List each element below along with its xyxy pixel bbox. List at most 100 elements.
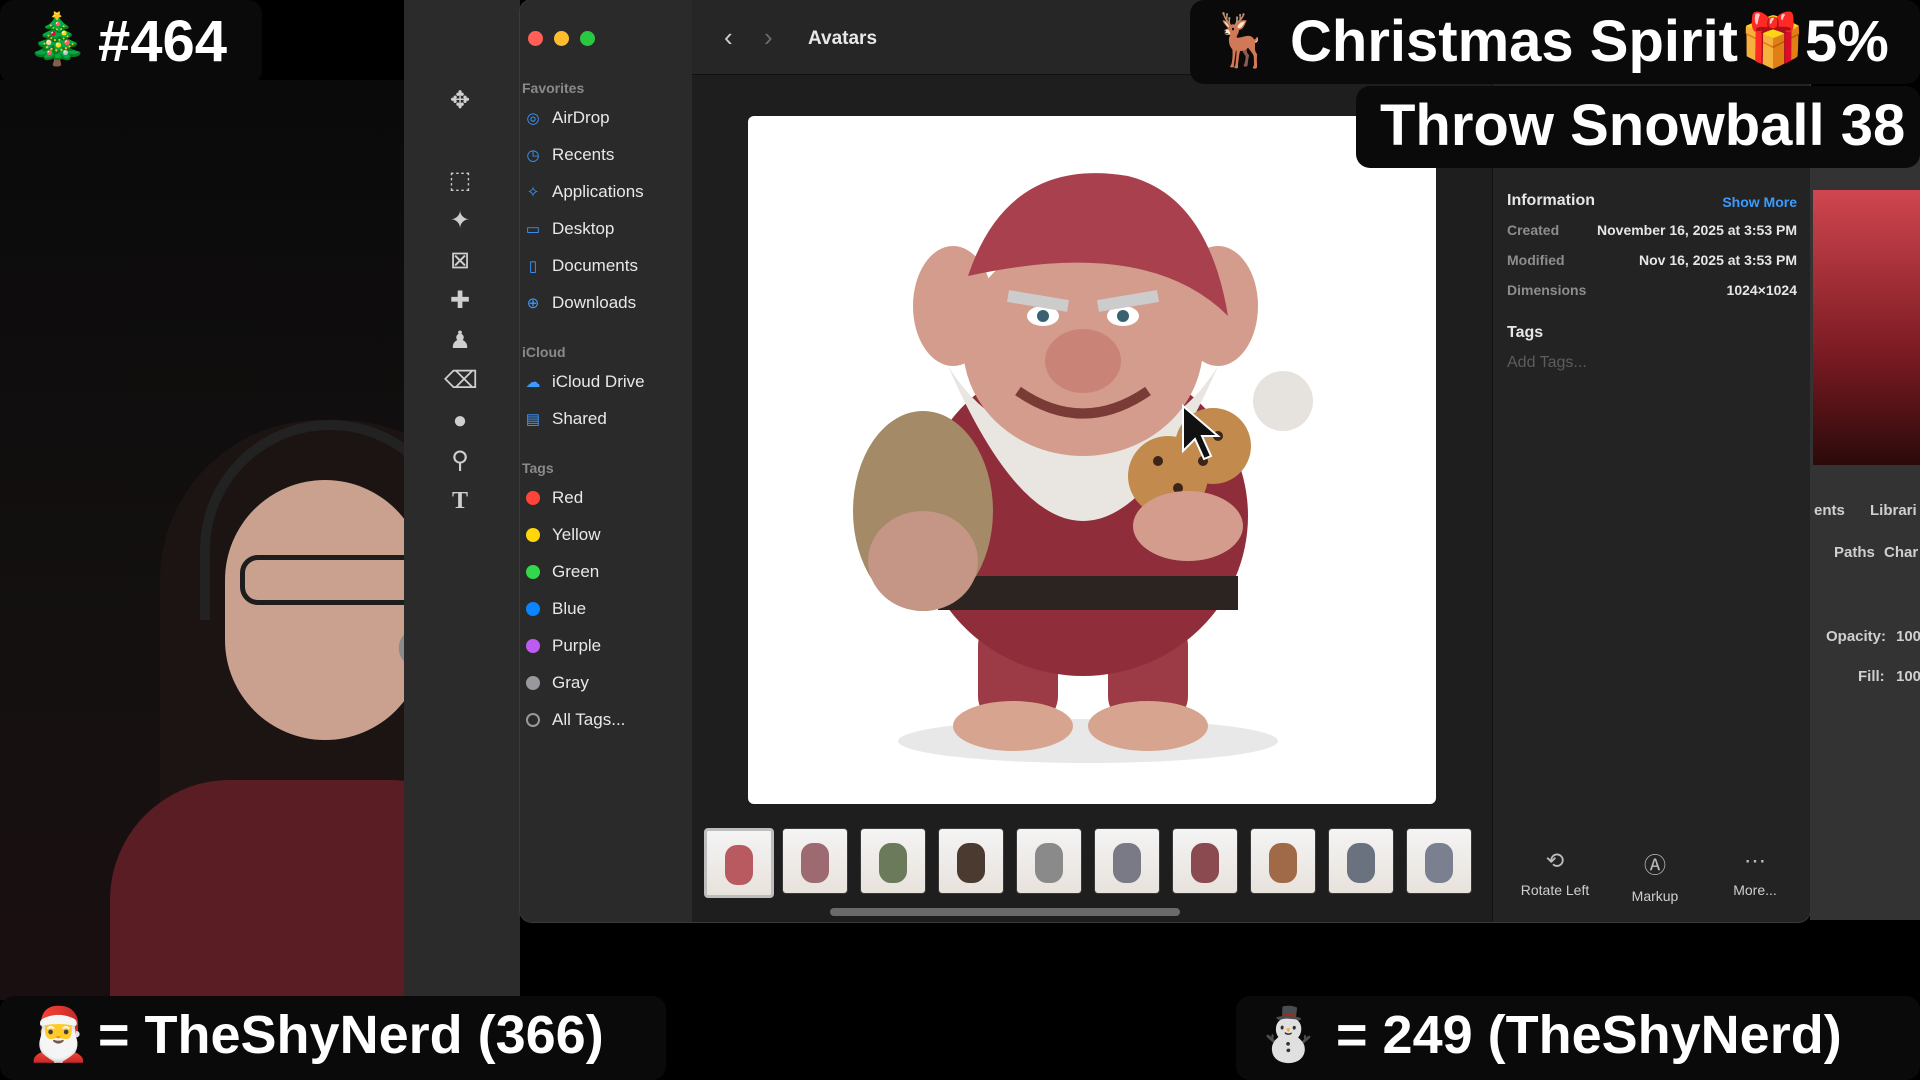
add-tags-field[interactable]: Add Tags... [1507, 354, 1587, 372]
photoshop-panels: ents Librari Paths Char Opacity: 100 Fil… [1810, 150, 1920, 920]
tags-section-heading: Tags [1507, 324, 1544, 341]
stamp-tool-icon[interactable]: ♟ [444, 325, 476, 357]
adjustments-tab[interactable]: ents [1814, 502, 1845, 519]
thumbnail[interactable] [704, 828, 774, 898]
reindeer-icon: 🦌 [1210, 12, 1275, 70]
thumbnail[interactable] [938, 828, 1004, 894]
sidebar-item-label: AirDrop [552, 108, 610, 127]
sidebar-tag-red[interactable]: Red [520, 483, 692, 513]
sidebar-item-label: iCloud Drive [552, 372, 645, 391]
gift-icon: 🎁 [1740, 12, 1805, 70]
magic-wand-icon[interactable]: ✦ [444, 205, 476, 237]
info-value: Nov 16, 2025 at 3:53 PM [1639, 252, 1797, 268]
info-value: November 16, 2025 at 3:53 PM [1597, 222, 1797, 238]
sidebar-item-shared[interactable]: ▤ Shared [520, 404, 692, 434]
sidebar-tag-purple[interactable]: Purple [520, 631, 692, 661]
zoom-tool-icon[interactable]: ⚲ [444, 445, 476, 477]
thumbnail[interactable] [1094, 828, 1160, 894]
sidebar-item-label: Gray [552, 673, 589, 692]
sidebar-item-label: Shared [552, 409, 607, 428]
sidebar-tag-blue[interactable]: Blue [520, 594, 692, 624]
thumbnail[interactable] [1250, 828, 1316, 894]
photoshop-toolbar: ✥ ⬚ ✦ ⊠ ✚ ♟ ⌫ ● ⚲ T [404, 0, 520, 1000]
stream-counter: #464 [98, 9, 228, 74]
thumbnail[interactable] [1172, 828, 1238, 894]
horizontal-scrollbar[interactable] [830, 908, 1180, 916]
red-tag-dot [526, 491, 540, 505]
marquee-tool-icon[interactable]: ⬚ [444, 165, 476, 197]
more-icon: ⋯ [1744, 848, 1766, 873]
sidebar-tag-gray[interactable]: Gray [520, 668, 692, 698]
minimize-window-button[interactable] [554, 31, 569, 46]
blur-drop-icon[interactable]: ● [444, 405, 476, 437]
snowman-leader-text: = 249 (TheShyNerd) [1336, 1005, 1842, 1065]
sidebar-tag-green[interactable]: Green [520, 557, 692, 587]
libraries-tab[interactable]: Librari [1870, 502, 1917, 519]
thumbnail[interactable] [1406, 828, 1472, 894]
sidebar-item-label: Downloads [552, 293, 637, 312]
show-more-link[interactable]: Show More [1722, 194, 1797, 210]
sidebar-item-downloads[interactable]: ⊕ Downloads [520, 288, 692, 318]
info-row-dimensions: Dimensions 1024×1024 [1507, 282, 1797, 298]
frame-tool-icon[interactable]: ⊠ [444, 245, 476, 277]
green-tag-dot [526, 565, 540, 579]
thumbnail-strip [692, 820, 1492, 910]
action-label: More... [1733, 882, 1777, 898]
yellow-tag-dot [526, 528, 540, 542]
rotate-left-icon: ⟲ [1545, 848, 1565, 873]
sidebar-item-icloud-drive[interactable]: ☁ iCloud Drive [520, 367, 692, 397]
fill-value[interactable]: 100 [1896, 668, 1920, 685]
applications-icon: ✧ [526, 184, 540, 201]
rotate-left-button[interactable]: ⟲ Rotate Left [1505, 848, 1605, 898]
opacity-label: Opacity: [1826, 628, 1887, 645]
throw-snowball-label: Throw Snowball 38 [1380, 93, 1906, 158]
gray-tag-dot [526, 676, 540, 690]
santa-leader-text: = TheShyNerd (366) [98, 1005, 604, 1065]
move-tool-icon[interactable]: ✥ [444, 85, 476, 117]
healing-brush-icon[interactable]: ✚ [444, 285, 476, 317]
forward-chevron-icon[interactable]: › [764, 22, 773, 53]
sidebar-item-label: Yellow [552, 525, 601, 544]
info-key: Dimensions [1507, 282, 1587, 298]
sidebar-item-label: Desktop [552, 219, 615, 238]
sidebar-item-applications[interactable]: ✧ Applications [520, 177, 692, 207]
image-preview[interactable] [748, 116, 1436, 804]
action-label: Markup [1631, 888, 1679, 904]
tags-heading: Tags [522, 460, 554, 476]
sidebar-item-label: Purple [552, 636, 602, 655]
paths-tab[interactable]: Paths [1834, 544, 1875, 561]
christmas-spirit-value: 5% [1805, 9, 1889, 74]
document-icon: ▯ [528, 258, 538, 275]
action-label: Rotate Left [1520, 882, 1590, 898]
eraser-icon[interactable]: ⌫ [444, 365, 478, 397]
sidebar-item-label: Applications [552, 182, 644, 201]
blue-tag-dot [526, 602, 540, 616]
back-chevron-icon[interactable]: ‹ [724, 22, 733, 53]
thumbnail[interactable] [860, 828, 926, 894]
all-tags-icon [526, 713, 540, 727]
zoom-window-button[interactable] [580, 31, 595, 46]
sidebar-item-label: Documents [552, 256, 638, 275]
sidebar-item-recents[interactable]: ◷ Recents [520, 140, 692, 170]
type-tool-icon[interactable]: T [444, 485, 476, 517]
close-window-button[interactable] [528, 31, 543, 46]
color-picker-gradient[interactable] [1813, 190, 1920, 465]
sidebar-item-label: Recents [552, 145, 615, 164]
markup-button[interactable]: Ⓐ Markup [1605, 848, 1705, 904]
thumbnail[interactable] [782, 828, 848, 894]
thumbnail[interactable] [1328, 828, 1394, 894]
sidebar-item-label: All Tags... [552, 710, 626, 729]
sidebar-item-airdrop[interactable]: ◎ AirDrop [520, 103, 692, 133]
sidebar-tag-yellow[interactable]: Yellow [520, 520, 692, 550]
thumbnail[interactable] [1016, 828, 1082, 894]
sidebar-item-desktop[interactable]: ▭ Desktop [520, 214, 692, 244]
info-value: 1024×1024 [1726, 282, 1797, 298]
more-button[interactable]: ⋯ More... [1705, 848, 1805, 898]
christmas-tree-icon: 🎄 [26, 11, 89, 67]
opacity-value[interactable]: 100 [1896, 628, 1920, 645]
sidebar-item-documents[interactable]: ▯ Documents [520, 251, 692, 281]
airdrop-icon: ◎ [526, 110, 540, 127]
info-key: Created [1507, 222, 1560, 238]
character-tab[interactable]: Char [1884, 544, 1918, 561]
sidebar-all-tags[interactable]: All Tags... [520, 705, 692, 735]
